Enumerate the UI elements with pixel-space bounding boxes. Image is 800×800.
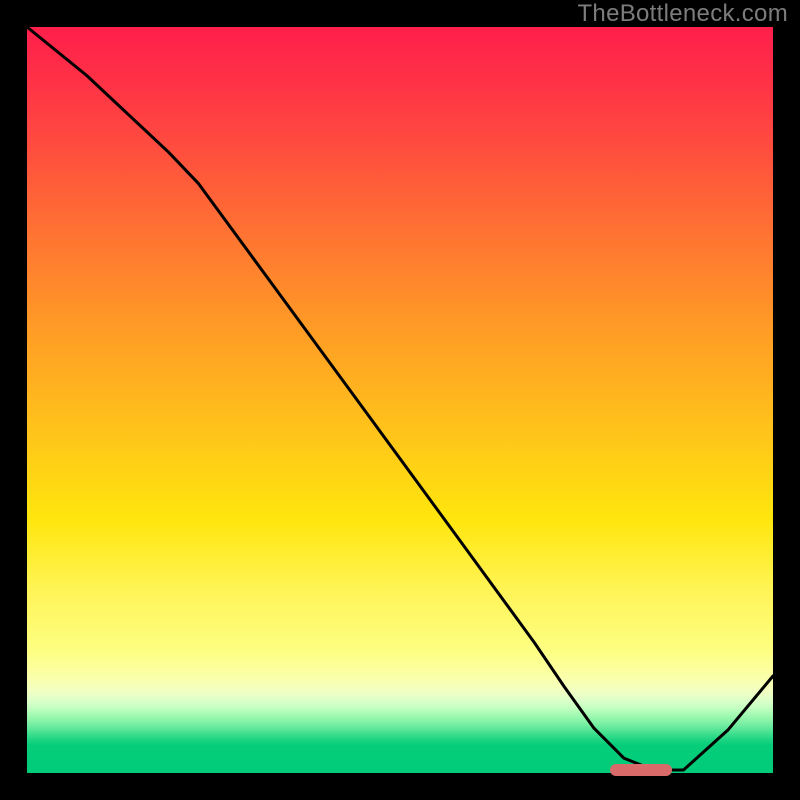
- heat-gradient: [27, 27, 773, 773]
- chart-canvas: TheBottleneck.com: [0, 0, 800, 800]
- optimal-range-marker: [610, 764, 671, 776]
- plot-area: [27, 27, 773, 773]
- watermark-text: TheBottleneck.com: [577, 0, 788, 28]
